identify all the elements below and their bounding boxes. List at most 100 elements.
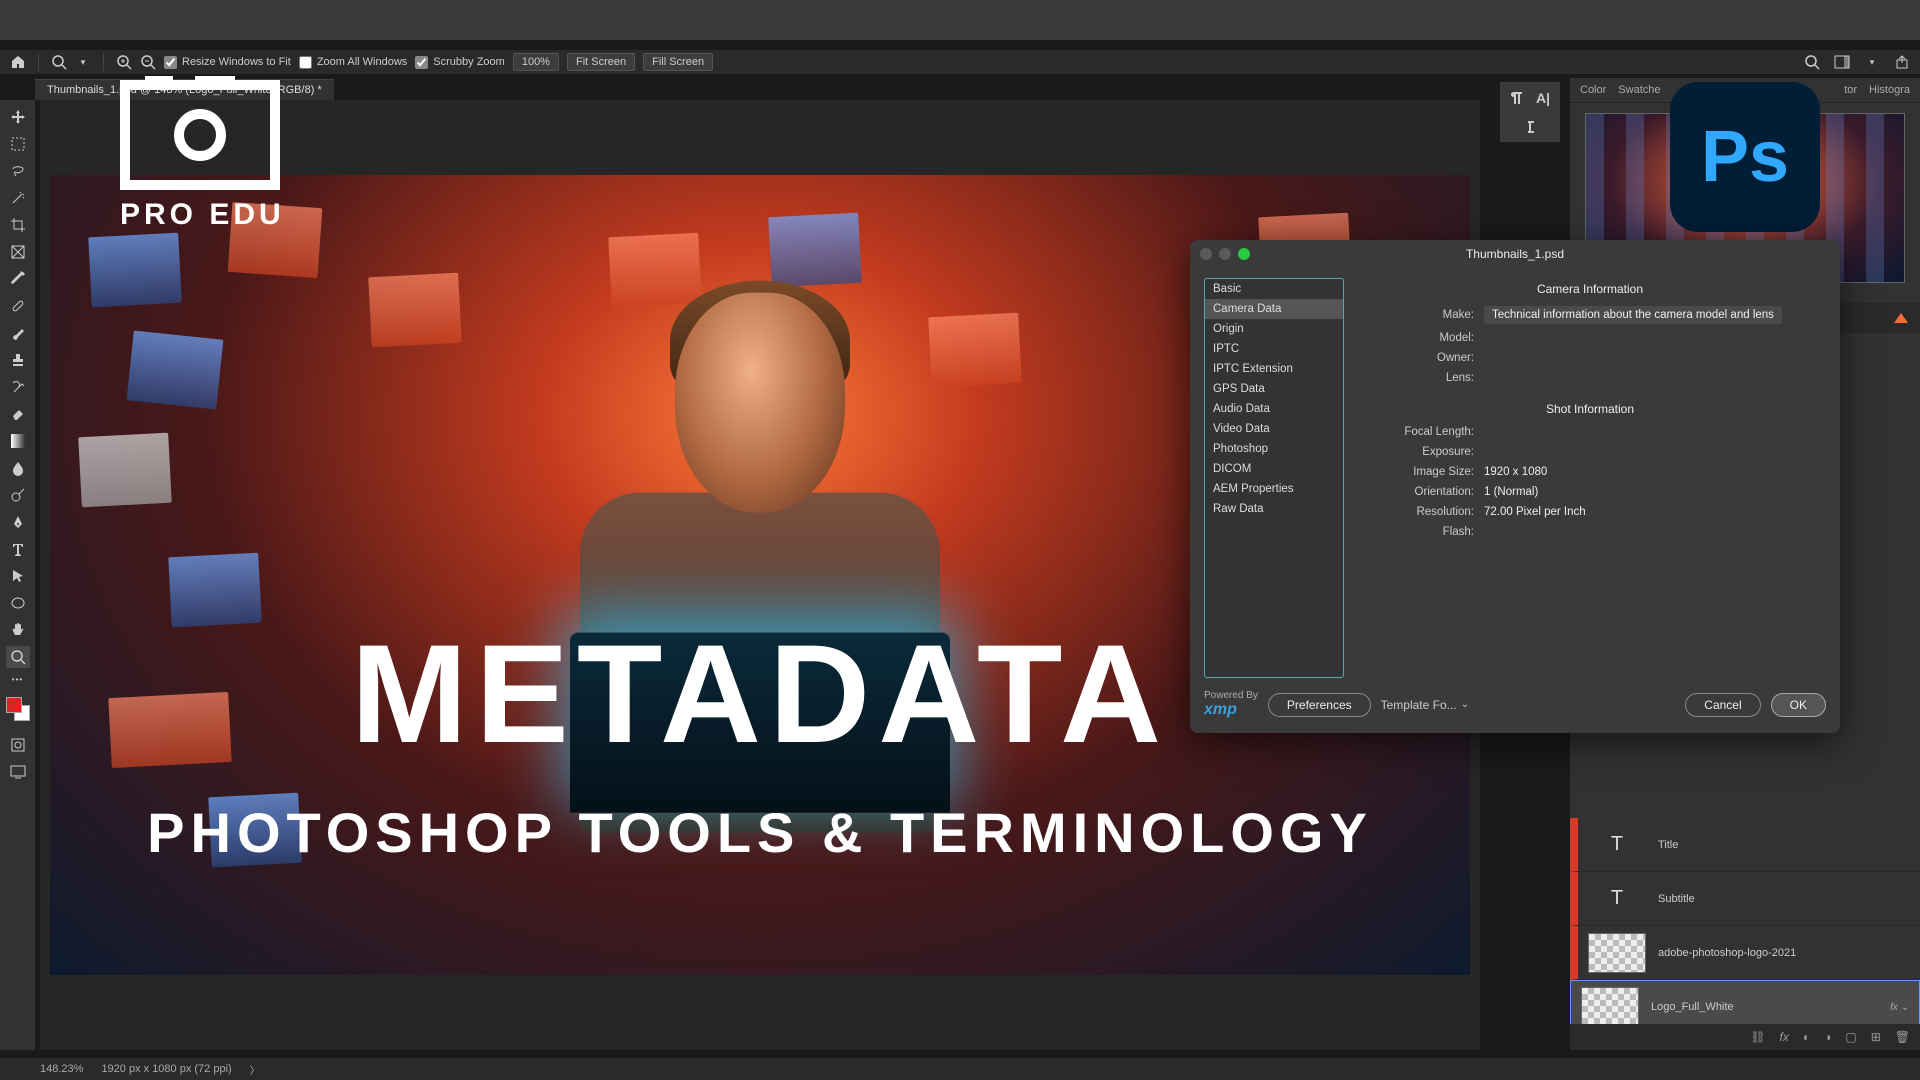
brush-tool-icon[interactable] (6, 322, 30, 344)
category-item[interactable]: Origin (1205, 319, 1343, 339)
chevron-down-icon[interactable]: ▾ (75, 54, 91, 70)
file-info-dialog: Thumbnails_1.psd BasicCamera DataOriginI… (1190, 240, 1840, 733)
layer-thumbnail[interactable]: T (1588, 825, 1646, 865)
category-item[interactable]: Photoshop (1205, 439, 1343, 459)
share-icon[interactable] (1894, 54, 1910, 70)
chevron-down-icon[interactable]: ▾ (1864, 54, 1880, 70)
layer-thumbnail[interactable] (1581, 987, 1639, 1027)
more-tools-icon[interactable]: ••• (12, 675, 23, 684)
dodge-tool-icon[interactable] (6, 484, 30, 506)
app-titlebar (0, 0, 1920, 40)
zoom-in-icon[interactable] (116, 54, 132, 70)
category-item[interactable]: DICOM (1205, 459, 1343, 479)
tab-swatches[interactable]: Swatche (1618, 84, 1660, 96)
eyedropper-tool-icon[interactable] (6, 268, 30, 290)
status-zoom[interactable]: 148.23% (40, 1063, 83, 1075)
zoom-100-button[interactable]: 100% (513, 53, 559, 71)
overlay-subtitle: PHOTOSHOP TOOLS & TERMINOLOGY (50, 800, 1470, 865)
preferences-button[interactable]: Preferences (1268, 693, 1371, 717)
category-item[interactable]: AEM Properties (1205, 479, 1343, 499)
zoom-out-icon[interactable] (140, 54, 156, 70)
home-icon[interactable] (10, 54, 26, 70)
status-chevron-icon[interactable]: 〉 (250, 1062, 260, 1077)
healing-tool-icon[interactable] (6, 295, 30, 317)
dialog-titlebar[interactable]: Thumbnails_1.psd (1190, 240, 1840, 268)
layer-name[interactable]: adobe-photoshop-logo-2021 (1658, 947, 1796, 959)
wand-tool-icon[interactable] (6, 187, 30, 209)
status-dims: 1920 px x 1080 px (72 ppi) (101, 1063, 231, 1075)
xmp-logo: xmp (1204, 701, 1258, 719)
resize-windows-label: Resize Windows to Fit (182, 56, 291, 68)
make-value[interactable]: Technical information about the camera m… (1484, 306, 1782, 324)
adjustment-layer-icon[interactable]: ◑ (1824, 1030, 1831, 1044)
tab-navigator[interactable]: tor (1844, 84, 1857, 96)
group-icon[interactable]: ▢ (1845, 1030, 1856, 1044)
layer-mask-icon[interactable]: ◐ (1803, 1030, 1810, 1044)
category-item[interactable]: Video Data (1205, 419, 1343, 439)
tab-histogram[interactable]: Histogra (1869, 84, 1910, 96)
move-tool-icon[interactable] (6, 106, 30, 128)
zoom-all-checkbox[interactable]: Zoom All Windows (299, 56, 407, 69)
category-item[interactable]: IPTC Extension (1205, 359, 1343, 379)
type-tool-icon[interactable] (6, 538, 30, 560)
category-item[interactable]: IPTC (1205, 339, 1343, 359)
layer-name[interactable]: Logo_Full_White (1651, 1001, 1734, 1013)
quickmask-icon[interactable] (6, 734, 30, 756)
new-layer-icon[interactable]: ⊞ (1871, 1030, 1881, 1044)
crop-tool-icon[interactable] (6, 214, 30, 236)
delete-layer-icon[interactable]: 🗑 (1895, 1030, 1910, 1044)
zoom-tool-icon[interactable] (6, 646, 30, 668)
gradient-tool-icon[interactable] (6, 430, 30, 452)
layer-thumbnail[interactable]: T (1588, 879, 1646, 919)
layer-name[interactable]: Subtitle (1658, 893, 1695, 905)
ok-button[interactable]: OK (1771, 693, 1826, 717)
resize-windows-checkbox[interactable]: Resize Windows to Fit (164, 56, 291, 69)
hand-tool-icon[interactable] (6, 619, 30, 641)
frame-tool-icon[interactable] (6, 241, 30, 263)
category-item[interactable]: Basic (1205, 279, 1343, 299)
layers-panel: T Title T Subtitle adobe-photoshop-logo-2021… (1570, 818, 1920, 1050)
layer-row[interactable]: adobe-photoshop-logo-2021 (1570, 926, 1920, 980)
layer-fx-badge[interactable]: fx ⌄ (1890, 1002, 1909, 1013)
zoom-all-label: Zoom All Windows (317, 56, 407, 68)
layer-thumbnail[interactable] (1588, 933, 1646, 973)
focal-label: Focal Length: (1364, 426, 1474, 438)
layer-style-icon[interactable]: fx (1780, 1030, 1789, 1044)
cancel-button[interactable]: Cancel (1685, 693, 1760, 717)
template-dropdown[interactable]: Template Fo...⌄ (1381, 698, 1469, 712)
collapsed-panel-strip: A| (1500, 82, 1560, 142)
tab-color[interactable]: Color (1580, 84, 1606, 96)
category-item[interactable]: Camera Data (1205, 299, 1343, 319)
paragraph-panel-icon[interactable] (1506, 87, 1528, 109)
category-item[interactable]: Audio Data (1205, 399, 1343, 419)
lasso-tool-icon[interactable] (6, 160, 30, 182)
path-select-tool-icon[interactable] (6, 565, 30, 587)
fit-screen-button[interactable]: Fit Screen (567, 53, 635, 71)
marquee-tool-icon[interactable] (6, 133, 30, 155)
blur-tool-icon[interactable] (6, 457, 30, 479)
character-panel-icon[interactable]: A| (1532, 87, 1554, 109)
layer-row[interactable]: T Subtitle (1570, 872, 1920, 926)
pen-tool-icon[interactable] (6, 511, 30, 533)
color-swatches[interactable] (6, 697, 30, 721)
screenmode-icon[interactable] (6, 761, 30, 783)
category-item[interactable]: GPS Data (1205, 379, 1343, 399)
link-layers-icon[interactable]: ⛓ (1750, 1030, 1765, 1044)
make-label: Make: (1364, 309, 1474, 321)
stamp-tool-icon[interactable] (6, 349, 30, 371)
scrubby-zoom-checkbox[interactable]: Scrubby Zoom (415, 56, 505, 69)
history-brush-tool-icon[interactable] (6, 376, 30, 398)
category-item[interactable]: Raw Data (1205, 499, 1343, 519)
flash-label: Flash: (1364, 526, 1474, 538)
layer-name[interactable]: Title (1658, 839, 1678, 851)
fill-screen-button[interactable]: Fill Screen (643, 53, 713, 71)
eraser-tool-icon[interactable] (6, 403, 30, 425)
layer-row[interactable]: T Title (1570, 818, 1920, 872)
glyph-panel-icon[interactable] (1519, 115, 1541, 137)
search-icon[interactable] (1804, 54, 1820, 70)
slider-handle-icon[interactable] (1894, 313, 1908, 323)
shape-tool-icon[interactable] (6, 592, 30, 614)
zoom-tool-icon[interactable] (51, 54, 67, 70)
workspace-icon[interactable] (1834, 54, 1850, 70)
section-shot-info: Shot Information (1364, 402, 1816, 416)
